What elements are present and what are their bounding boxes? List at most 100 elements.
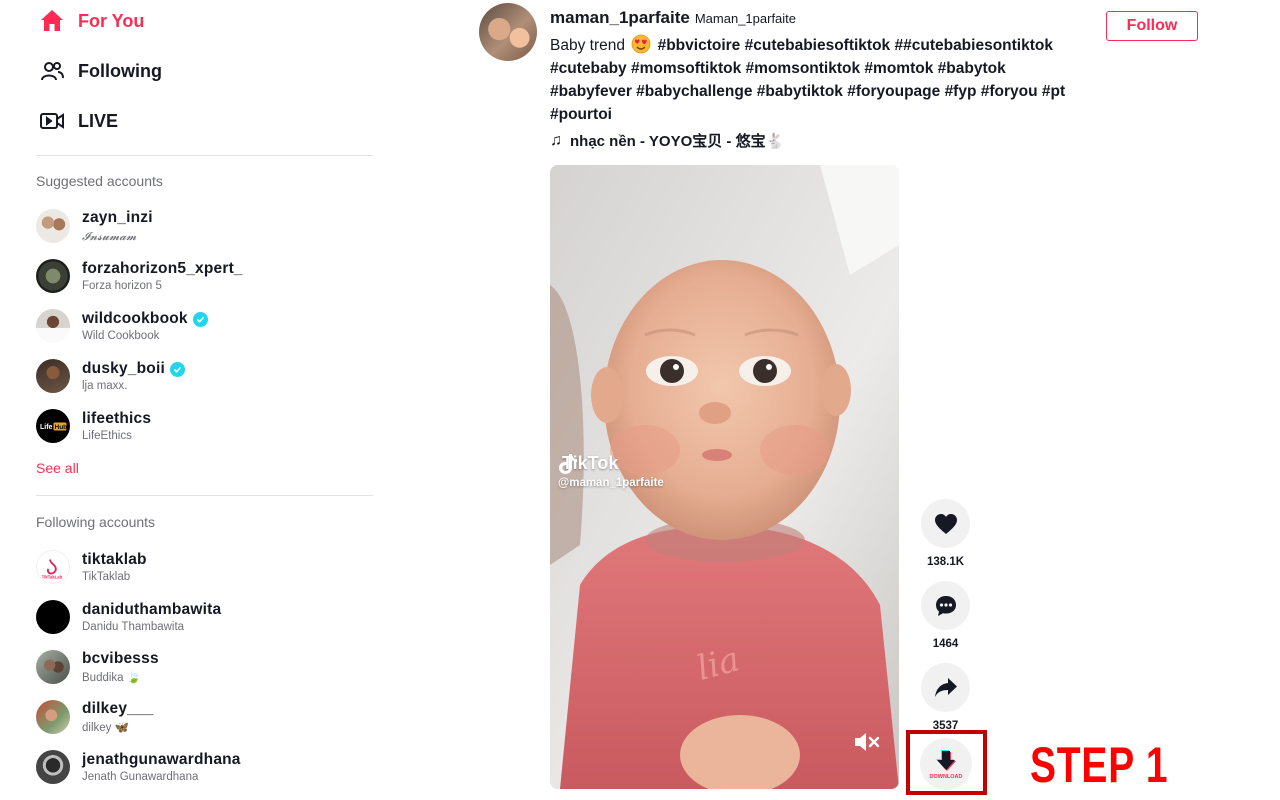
account-nickname: lja maxx. — [82, 380, 128, 392]
live-camera-icon — [38, 107, 66, 135]
nav-live[interactable]: LIVE — [38, 101, 118, 141]
nav-live-label: LIVE — [78, 110, 119, 131]
hashtag-link[interactable]: #babytiktok — [757, 83, 843, 100]
like-count: 138.1K — [926, 556, 965, 568]
step-annotation-label: STEP 1 — [1030, 737, 1169, 793]
hashtag-link[interactable]: #bbvictoire — [658, 37, 741, 54]
account-username: daniduthambawita — [82, 601, 222, 618]
post-author-username[interactable]: maman_1parfaite — [550, 8, 690, 28]
heart-eyes-emoji-icon — [631, 34, 651, 54]
following-account-item[interactable]: dilkey___ dilkey 🦋 — [36, 697, 154, 737]
post-header: maman_1parfaite Maman_1parfaite — [550, 8, 796, 28]
following-account-item[interactable]: bcvibesss Buddika 🍃 — [36, 647, 159, 687]
avatar — [36, 700, 70, 734]
users-icon — [38, 57, 66, 85]
suggested-account-item[interactable]: forzahorizon5_xpert_ Forza horizon 5 — [36, 256, 243, 296]
speaker-muted-icon — [855, 733, 880, 751]
following-account-item[interactable]: TikTakLab tiktaklab TikTaklab — [36, 547, 147, 587]
comment-icon — [935, 595, 956, 616]
see-all-link[interactable]: See all — [36, 460, 79, 476]
music-link[interactable]: ♫ nhạc nền - YOYO宝贝 - 悠宝🐇 — [550, 130, 784, 151]
account-nickname: LifeEthics — [82, 430, 132, 442]
hashtag-link[interactable]: #cutebaby — [550, 60, 627, 77]
music-title: nhạc nền - YOYO宝贝 - 悠宝🐇 — [570, 133, 785, 150]
share-button[interactable] — [921, 663, 970, 712]
verified-badge-icon — [192, 311, 208, 327]
video-player[interactable]: lia TikTok @maman_1parfaite — [550, 165, 899, 789]
sidebar: For You Following LIVE Suggested account… — [0, 0, 380, 800]
svg-text:Hub: Hub — [55, 424, 68, 431]
account-nickname: Danidu Thambawita — [82, 621, 185, 633]
avatar — [36, 650, 70, 684]
hashtag-link[interactable]: #momsontiktok — [746, 60, 861, 77]
lifehub-logo-icon: Life Hub — [40, 422, 68, 431]
hashtag-link[interactable]: #foryou — [981, 83, 1038, 100]
hashtag-link[interactable]: #fyp — [945, 83, 977, 100]
svg-text:TikTakLab: TikTakLab — [42, 574, 63, 579]
heart-icon — [934, 513, 957, 534]
avatar — [36, 359, 70, 393]
comment-button[interactable] — [921, 581, 970, 630]
account-nickname: Buddika 🍃 — [82, 672, 142, 684]
avatar — [36, 259, 70, 293]
account-username: jenathgunawardhana — [82, 751, 241, 768]
nav-following[interactable]: Following — [38, 51, 162, 91]
post-author-nickname: Maman_1parfaite — [694, 11, 797, 26]
hashtag-link[interactable]: #babyfever — [550, 83, 632, 100]
music-note-icon: ♫ — [550, 131, 562, 149]
suggested-account-item[interactable]: Life Hub lifeethics LifeEthics — [36, 406, 151, 446]
account-username: bcvibesss — [82, 650, 159, 667]
following-accounts-title: Following accounts — [36, 514, 156, 530]
account-username-row: wildcookbook — [82, 310, 208, 328]
watermark-logo: TikTok — [558, 453, 664, 474]
suggested-account-item[interactable]: dusky_boii lja maxx. — [36, 356, 185, 396]
account-username-row: dusky_boii — [82, 360, 185, 378]
hashtag-link[interactable]: #momtok — [864, 60, 933, 77]
account-username: forzahorizon5_xpert_ — [82, 260, 243, 277]
hashtag-link[interactable]: #momsoftiktok — [631, 60, 741, 77]
avatar — [36, 209, 70, 243]
hashtag-link[interactable]: #pourtoi — [550, 106, 612, 123]
follow-button[interactable]: Follow — [1106, 11, 1198, 41]
mute-button[interactable] — [852, 730, 882, 754]
account-username: lifeethics — [82, 410, 152, 427]
following-account-item[interactable]: daniduthambawita Danidu Thambawita — [36, 597, 221, 637]
account-nickname: Jenath Gunawardhana — [82, 771, 199, 783]
divider — [36, 155, 373, 156]
hashtag-link[interactable]: ##cutebabiesontiktok — [894, 37, 1053, 54]
tiktok-logo-icon — [559, 454, 577, 474]
hashtag-link[interactable]: #pt — [1042, 83, 1065, 100]
divider — [36, 495, 373, 496]
nav-for-you[interactable]: For You — [38, 1, 144, 41]
home-icon — [38, 7, 66, 35]
hashtag-link[interactable]: #babychallenge — [636, 83, 752, 100]
share-arrow-icon — [934, 677, 957, 697]
verified-badge-icon — [169, 361, 185, 377]
following-account-item[interactable]: jenathgunawardhana Jenath Gunawardhana — [36, 747, 241, 787]
avatar — [36, 750, 70, 784]
tiktaklab-logo-icon: TikTakLab — [42, 559, 63, 579]
step-highlight-box — [906, 730, 987, 795]
hashtag-link[interactable]: #cutebabiesoftiktok — [745, 37, 891, 54]
account-username: dilkey___ — [82, 700, 154, 717]
account-username: zayn_inzi — [82, 208, 153, 226]
like-button[interactable] — [921, 499, 970, 548]
account-nickname: dilkey 🦋 — [82, 722, 129, 734]
post-caption: Baby trend #bbvictoire #cutebabiesoftikt… — [550, 34, 1090, 126]
account-username: wildcookbook — [82, 310, 188, 327]
post-author-avatar[interactable] — [479, 3, 537, 61]
avatar: TikTakLab — [36, 550, 70, 584]
suggested-accounts-title: Suggested accounts — [36, 173, 163, 189]
hashtag-link[interactable]: #babytok — [938, 60, 1006, 77]
caption-text: Baby trend — [550, 37, 625, 54]
suggested-account-item[interactable]: wildcookbook Wild Cookbook — [36, 306, 208, 346]
avatar — [36, 309, 70, 343]
suggested-account-item[interactable]: zayn_inzi 𝓘𝓷𝓼𝓾𝓶𝓪𝓶 — [36, 206, 153, 246]
hashtag-link[interactable]: #foryoupage — [847, 83, 940, 100]
svg-text:Life: Life — [40, 424, 53, 431]
nav-following-label: Following — [78, 60, 162, 81]
tiktok-watermark: TikTok @maman_1parfaite — [558, 453, 664, 489]
avatar: Life Hub — [36, 409, 70, 443]
account-username: tiktaklab — [82, 551, 147, 568]
nav-for-you-label: For You — [78, 10, 145, 31]
